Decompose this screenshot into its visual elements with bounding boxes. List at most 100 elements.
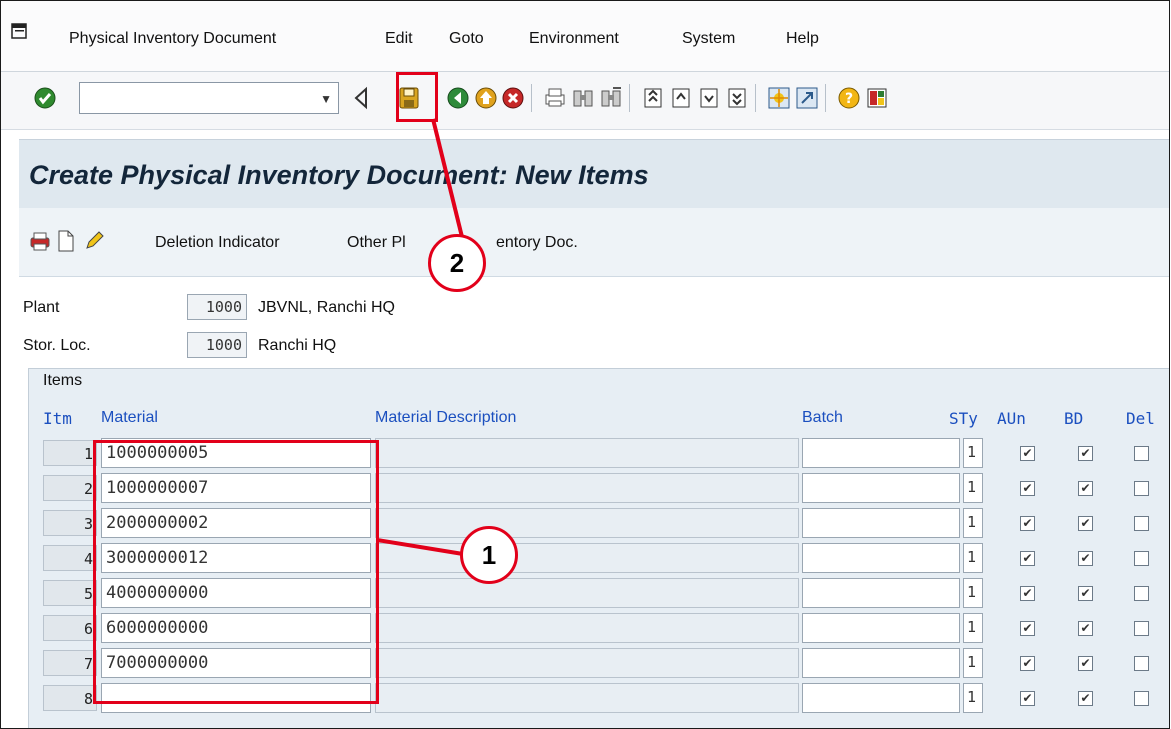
stock-type-input[interactable]: 1 [963,648,983,678]
column-header-book-inventory[interactable]: BD [1064,409,1083,428]
delete-checkbox[interactable] [1134,586,1149,601]
alt-unit-checkbox[interactable]: ✔ [1020,481,1035,496]
delete-checkbox[interactable] [1134,516,1149,531]
plant-name: JBVNL, Ranchi HQ [258,299,395,316]
stock-type-input[interactable]: 1 [963,438,983,468]
stock-type-input[interactable]: 1 [963,508,983,538]
column-header-stock-type[interactable]: STy [949,409,978,428]
storage-location-field: 1000 [187,332,247,358]
column-header-batch[interactable]: Batch [802,409,843,427]
column-header-alt-unit[interactable]: AUn [997,409,1026,428]
find-icon[interactable] [571,86,595,110]
menu-help[interactable]: Help [786,30,819,48]
alt-unit-checkbox[interactable]: ✔ [1020,586,1035,601]
system-menu-icon[interactable] [11,23,27,39]
book-inventory-checkbox[interactable]: ✔ [1078,691,1093,706]
delete-checkbox[interactable] [1134,551,1149,566]
delete-checkbox[interactable] [1134,446,1149,461]
sap-window: Physical Inventory Document Edit Goto En… [0,0,1170,729]
deletion-indicator-button[interactable]: Deletion Indicator [155,234,280,252]
delete-checkbox[interactable] [1134,656,1149,671]
page-title: Create Physical Inventory Document: New … [29,160,649,190]
print-icon[interactable] [543,86,567,110]
layout-icon[interactable] [865,86,889,110]
column-header-itm[interactable]: Itm [43,409,72,428]
help-icon[interactable]: ? [837,86,861,110]
command-dropdown-icon[interactable]: ▼ [320,92,332,106]
material-description-cell [375,473,799,503]
menu-edit[interactable]: Edit [385,30,413,48]
book-inventory-checkbox[interactable]: ✔ [1078,656,1093,671]
save-callout-box [396,72,438,122]
other-inventory-doc-button-tail[interactable]: entory Doc. [496,234,578,252]
next-page-icon[interactable] [697,86,721,110]
cancel-icon[interactable] [501,86,525,110]
shortcut-icon[interactable] [795,86,819,110]
stock-type-input[interactable]: 1 [963,543,983,573]
item-number-cell: 3 [43,510,97,536]
item-number-cell: 5 [43,580,97,606]
create-session-icon[interactable] [767,86,791,110]
delete-checkbox[interactable] [1134,621,1149,636]
alt-unit-checkbox[interactable]: ✔ [1020,446,1035,461]
back-icon[interactable] [446,86,470,110]
batch-input[interactable] [802,438,960,468]
book-inventory-checkbox[interactable]: ✔ [1078,551,1093,566]
menu-environment[interactable]: Environment [529,30,619,48]
column-header-material-description[interactable]: Material Description [375,409,516,427]
command-field[interactable]: ▼ [79,82,339,114]
stock-type-input[interactable]: 1 [963,473,983,503]
book-inventory-checkbox[interactable]: ✔ [1078,586,1093,601]
material-description-cell [375,683,799,713]
previous-page-icon[interactable] [669,86,693,110]
material-description-cell [375,578,799,608]
exit-icon[interactable] [474,86,498,110]
storage-location-label: Stor. Loc. [23,337,91,354]
find-next-icon[interactable] [599,86,623,110]
alt-unit-checkbox[interactable]: ✔ [1020,516,1035,531]
item-number-cell: 7 [43,650,97,676]
item-number-cell: 1 [43,440,97,466]
menu-goto[interactable]: Goto [449,30,484,48]
new-document-icon[interactable] [57,230,75,252]
stock-type-input[interactable]: 1 [963,613,983,643]
stock-type-input[interactable]: 1 [963,578,983,608]
toolbar-separator [825,84,826,112]
material-description-cell [375,648,799,678]
column-header-delete[interactable]: Del [1126,409,1155,428]
batch-input[interactable] [802,473,960,503]
book-inventory-checkbox[interactable]: ✔ [1078,481,1093,496]
book-inventory-checkbox[interactable]: ✔ [1078,446,1093,461]
back-triangle-icon[interactable] [353,86,369,110]
alt-unit-checkbox[interactable]: ✔ [1020,656,1035,671]
batch-input[interactable] [802,578,960,608]
stock-type-input[interactable]: 1 [963,683,983,713]
book-inventory-checkbox[interactable]: ✔ [1078,621,1093,636]
column-header-material[interactable]: Material [101,409,158,427]
batch-input[interactable] [802,683,960,713]
batch-input[interactable] [802,543,960,573]
first-page-icon[interactable] [641,86,665,110]
callout-marker-1: 1 [460,526,518,584]
alt-unit-checkbox[interactable]: ✔ [1020,691,1035,706]
batch-input[interactable] [802,508,960,538]
delete-checkbox[interactable] [1134,481,1149,496]
alt-unit-checkbox[interactable]: ✔ [1020,551,1035,566]
title-bar: Create Physical Inventory Document: New … [19,139,1169,208]
edit-pencil-icon[interactable] [83,230,105,252]
check-icon[interactable] [33,86,57,110]
last-page-icon[interactable] [725,86,749,110]
plant-label: Plant [23,299,60,316]
other-inventory-doc-button[interactable]: Other Pl [347,234,406,252]
application-toolbar: Deletion Indicator Other Pl entory Doc. [19,208,1169,277]
alt-unit-checkbox[interactable]: ✔ [1020,621,1035,636]
book-inventory-checkbox[interactable]: ✔ [1078,516,1093,531]
material-description-cell [375,438,799,468]
menu-system[interactable]: System [682,30,735,48]
batch-input[interactable] [802,648,960,678]
delete-checkbox[interactable] [1134,691,1149,706]
batch-input[interactable] [802,613,960,643]
menu-physical-inventory-document[interactable]: Physical Inventory Document [69,30,276,48]
standard-toolbar: ▼ ? [1,72,1169,130]
print-preview-icon[interactable] [29,230,51,252]
